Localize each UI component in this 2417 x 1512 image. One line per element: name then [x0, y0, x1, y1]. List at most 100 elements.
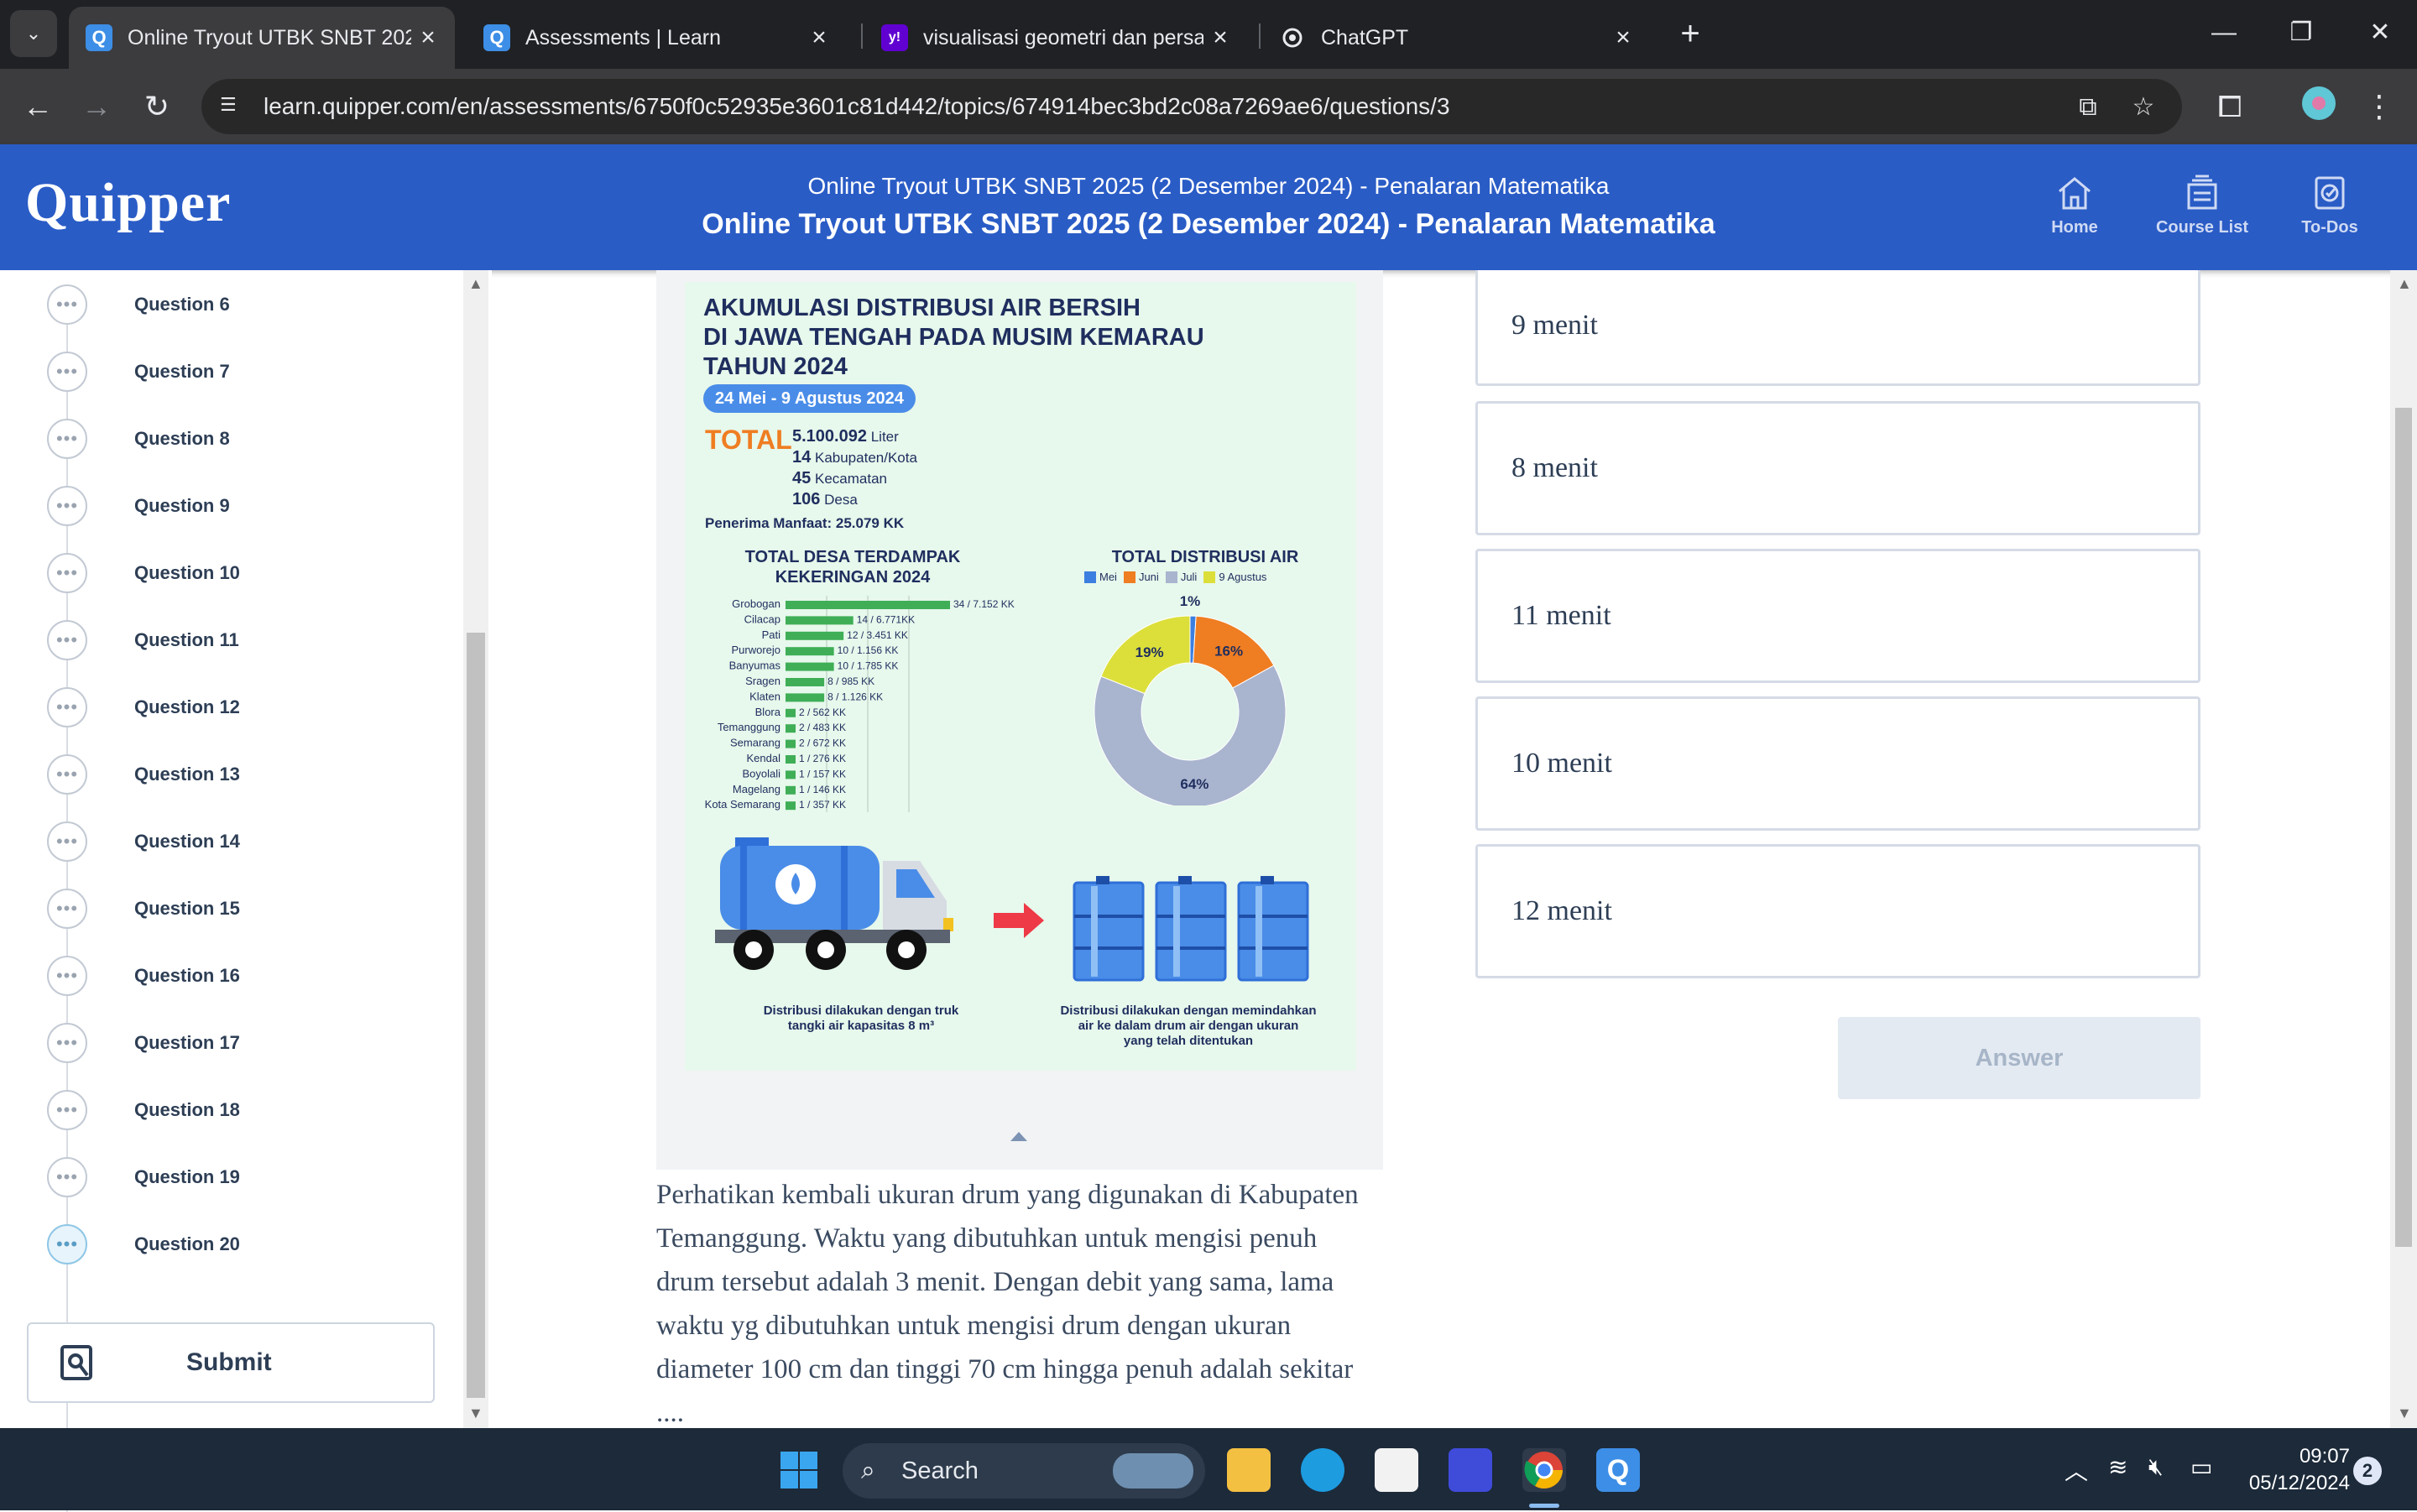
main-scroll-down-icon[interactable]: ▼	[2397, 1405, 2412, 1422]
minimize-icon[interactable]: —	[2199, 12, 2249, 54]
sidebar-question-item[interactable]: ••• Question 19	[47, 1156, 240, 1198]
sidebar-question-item[interactable]: ••• Question 15	[47, 888, 240, 930]
donut-slice-label: 19%	[1135, 644, 1164, 660]
nav-todos[interactable]: To-Dos	[2271, 175, 2388, 237]
main-scrollbar-thumb[interactable]	[2395, 408, 2412, 1247]
bar-category-label: Temanggung	[718, 721, 780, 733]
sidebar-question-item[interactable]: ••• Question 9	[47, 485, 230, 527]
sidebar-question-item[interactable]: ••• Question 18	[47, 1089, 240, 1131]
question-status-icon: •••	[47, 687, 87, 727]
answer-option-text: 8 menit	[1511, 452, 1598, 483]
bar-category-label: Cilacap	[744, 613, 780, 625]
question-status-icon: •••	[47, 1023, 87, 1063]
totals-list: 5.100.092 Liter 14 Kabupaten/Kota 45 Kec…	[792, 427, 917, 508]
url-text[interactable]: learn.quipper.com/en/assessments/6750f0c…	[264, 79, 1450, 134]
answer-option[interactable]: 11 menit	[1475, 549, 2200, 683]
windows-taskbar: ⌕ Search Q ︿ ≋ 🔇︎ ▭ 09:07 05/12/2024 2	[0, 1428, 2417, 1510]
search-highlight-icon	[1113, 1453, 1193, 1489]
tab-yahoo[interactable]: y! visualisasi geometri dan persam ×	[864, 7, 1247, 69]
taskbar-clock[interactable]: 09:07 05/12/2024	[2241, 1443, 2350, 1497]
microsoft-store-icon[interactable]	[1375, 1448, 1418, 1492]
sidebar-question-item[interactable]: ••• Question 13	[47, 753, 240, 795]
answer-option[interactable]: 10 menit	[1475, 696, 2200, 831]
profile-avatar[interactable]	[2298, 86, 2340, 128]
nav-home[interactable]: Home	[2016, 175, 2133, 237]
reload-icon[interactable]: ↻	[136, 86, 178, 128]
close-tab-icon[interactable]: ×	[802, 23, 836, 52]
wifi-icon[interactable]: ≋	[2108, 1453, 2127, 1481]
battery-icon[interactable]: ▭	[2190, 1453, 2212, 1481]
tab-assessments[interactable]: Q Assessments | Learn ×	[467, 7, 846, 69]
sidebar-question-item[interactable]: ••• Question 7	[47, 351, 230, 393]
answer-option-text: 11 menit	[1511, 600, 1611, 631]
nav-label: Home	[2051, 218, 2098, 237]
sidebar-scrollbar-thumb[interactable]	[467, 633, 485, 1398]
close-tab-icon[interactable]: ×	[1606, 23, 1640, 52]
answer-option[interactable]: 12 menit	[1475, 844, 2200, 978]
donut-slice-label: 1%	[1180, 593, 1201, 609]
beneficiaries-text: Penerima Manfaat: 25.079 KK	[705, 515, 905, 531]
open-in-app-icon[interactable]: ⧉	[2070, 89, 2106, 126]
sidebar-question-item[interactable]: ••• Question 10	[47, 552, 240, 594]
tab-search-dropdown-icon[interactable]: ⌄	[10, 10, 57, 57]
legend-swatch	[1123, 571, 1135, 583]
notification-badge[interactable]: 2	[2353, 1457, 2382, 1485]
close-tab-icon[interactable]: ×	[411, 23, 445, 52]
question-status-icon: •••	[47, 1157, 87, 1197]
sidebar-question-item[interactable]: ••• Question 12	[47, 686, 240, 728]
sidebar-question-item[interactable]: ••• Question 20	[47, 1223, 240, 1265]
forward-icon[interactable]: →	[76, 86, 117, 128]
bar	[786, 647, 834, 656]
bar	[786, 724, 796, 733]
edge-icon[interactable]	[1301, 1448, 1344, 1492]
sidebar-scrollbar[interactable]	[463, 270, 488, 1428]
sidebar-question-item[interactable]: ••• Question 6	[47, 284, 230, 326]
back-icon[interactable]: ←	[17, 86, 59, 128]
collapse-figure-icon[interactable]	[1009, 1129, 1029, 1143]
sidebar-question-item[interactable]: ••• Question 16	[47, 955, 240, 997]
question-label: Question 8	[134, 428, 230, 449]
bar-category-label: Semarang	[730, 737, 780, 749]
site-info-icon[interactable]: ☰	[220, 94, 245, 119]
speaker-muted-icon[interactable]: 🔇︎	[2148, 1453, 2164, 1481]
chrome-icon[interactable]	[1522, 1448, 1566, 1492]
sidebar-question-item[interactable]: ••• Question 8	[47, 418, 230, 460]
taskbar-search[interactable]: ⌕ Search	[843, 1443, 1205, 1499]
question-status-icon: •••	[47, 956, 87, 996]
extensions-icon[interactable]: ⧠	[2209, 86, 2251, 128]
nav-course-list[interactable]: Course List	[2143, 175, 2261, 237]
bar-value-label: 14 / 6.771KK	[857, 613, 915, 625]
bar-category-label: Klaten	[749, 690, 780, 702]
address-bar[interactable]: ☰ learn.quipper.com/en/assessments/6750f…	[201, 79, 2182, 134]
close-tab-icon[interactable]: ×	[1203, 23, 1237, 52]
main-scroll-up-icon[interactable]: ▲	[2397, 275, 2412, 293]
menu-kebab-icon[interactable]: ⋮	[2358, 86, 2400, 128]
sidebar-question-item[interactable]: ••• Question 17	[47, 1022, 240, 1064]
answer-option[interactable]: 8 menit	[1475, 401, 2200, 535]
tab-chatgpt[interactable]: ChatGPT ×	[1262, 7, 1650, 69]
quipper-app-icon[interactable]: Q	[1596, 1448, 1640, 1492]
windows-start-icon[interactable]	[779, 1450, 819, 1490]
close-window-icon[interactable]: ✕	[2355, 12, 2405, 54]
sidebar-question-item[interactable]: ••• Question 11	[47, 619, 239, 661]
tab-quipper-tryout[interactable]: Q Online Tryout UTBK SNBT 2025 ×	[69, 7, 455, 69]
app-icon[interactable]	[1449, 1448, 1492, 1492]
question-status-icon: •••	[47, 1090, 87, 1130]
answer-option[interactable]: 9 menit	[1475, 270, 2200, 386]
new-tab-icon[interactable]: +	[1670, 13, 1710, 54]
sidebar-question-item[interactable]: ••• Question 14	[47, 821, 240, 863]
answer-button[interactable]: Answer	[1838, 1017, 2200, 1099]
tray-overflow-icon[interactable]: ︿	[2065, 1453, 2088, 1487]
bar	[786, 801, 796, 811]
sidebar-scroll-up-icon[interactable]: ▲	[468, 275, 483, 293]
bar-category-label: Sragen	[745, 675, 780, 687]
question-label: Question 17	[134, 1032, 240, 1053]
bar-category-label: Kendal	[747, 752, 781, 764]
main-scrollbar[interactable]	[2390, 270, 2417, 1428]
bookmark-star-icon[interactable]: ☆	[2125, 89, 2162, 126]
submit-button[interactable]: Submit	[27, 1322, 435, 1403]
file-explorer-icon[interactable]	[1227, 1448, 1271, 1492]
nav-label: Course List	[2155, 218, 2249, 237]
sidebar-scroll-down-icon[interactable]: ▼	[468, 1405, 483, 1422]
restore-icon[interactable]: ❐	[2276, 12, 2326, 54]
